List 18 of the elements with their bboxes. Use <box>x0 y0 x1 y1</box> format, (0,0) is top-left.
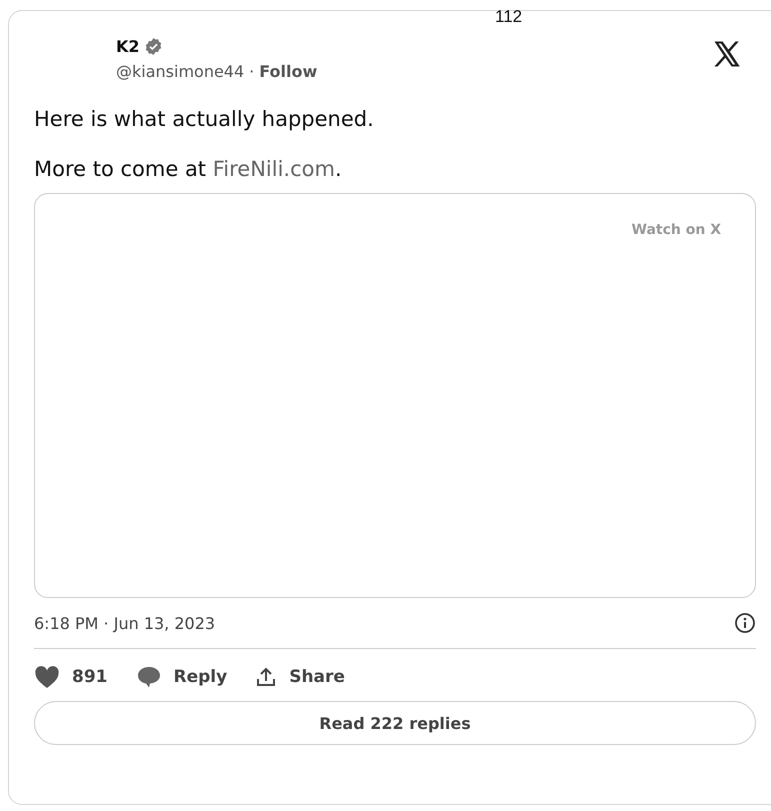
page-number: 112 <box>495 7 522 27</box>
share-icon[interactable] <box>255 666 278 688</box>
info-icon[interactable] <box>734 612 756 634</box>
author-name: K2 <box>116 37 140 56</box>
tweet-text: Here is what actually happened. <box>34 107 375 131</box>
author-handle: @kiansimone44 <box>116 62 244 81</box>
follow-link[interactable]: Follow <box>259 62 318 81</box>
speech-bubble-icon[interactable] <box>136 665 162 689</box>
separator: · <box>249 62 254 81</box>
action-label[interactable]: Reply <box>174 667 228 687</box>
tweet-text: More to come at FireNili.com. <box>34 157 343 181</box>
website-link[interactable]: FireNili.com <box>212 157 335 181</box>
heart-icon[interactable] <box>34 666 60 688</box>
x-logo-icon <box>712 39 742 69</box>
read-replies-button[interactable]: Read 222 replies <box>34 701 756 745</box>
timestamp: 6:18 PM · Jun 13, 2023 <box>34 614 216 632</box>
action-label[interactable]: Share <box>289 667 345 687</box>
like-count[interactable]: 891 <box>72 667 108 687</box>
